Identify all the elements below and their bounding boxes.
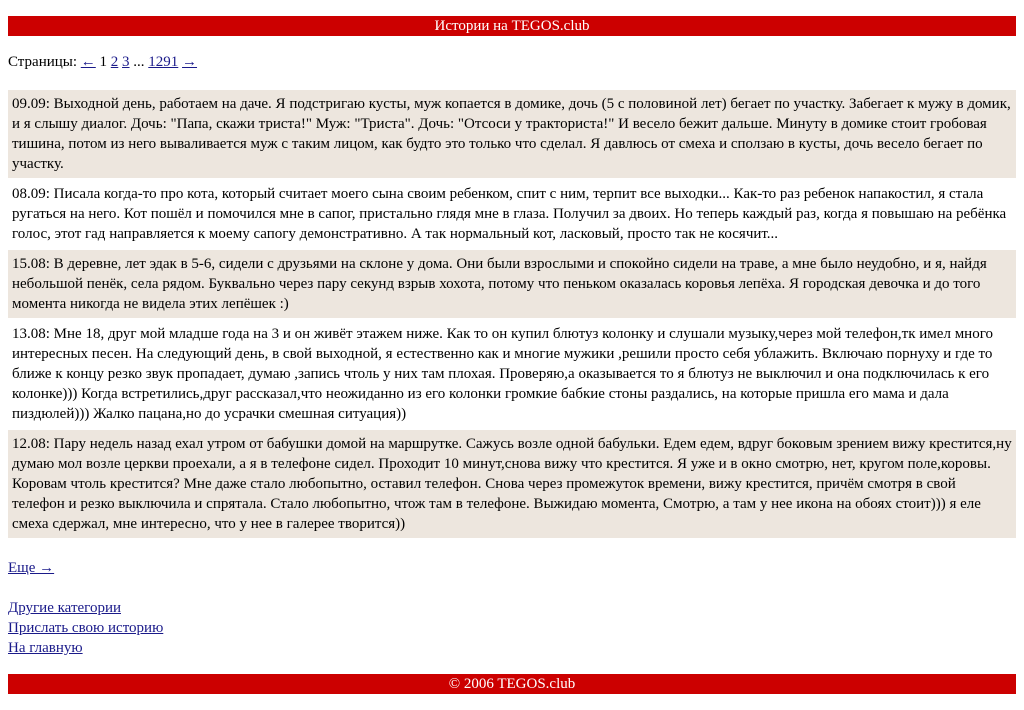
more-section: Еще →: [8, 558, 54, 578]
story-date: 13.08:: [12, 326, 50, 342]
pagination-current-page: 1: [99, 54, 108, 70]
submit-story-link[interactable]: Прислать свою историю: [8, 618, 163, 638]
story-text: Писала когда-то про кота, который считае…: [12, 186, 1007, 242]
pagination-prev-link[interactable]: ←: [81, 54, 96, 70]
home-link[interactable]: На главную: [8, 638, 163, 658]
pagination-page-2-link[interactable]: 2: [111, 54, 119, 70]
story-item: 15.08: В деревне, лет эдак в 5-6, сидели…: [8, 250, 1016, 318]
pagination-next-link[interactable]: →: [182, 54, 197, 70]
story-item: 12.08: Пару недель назад ехал утром от б…: [8, 430, 1016, 538]
pagination-label: Страницы:: [8, 54, 78, 70]
other-categories-link[interactable]: Другие категории: [8, 598, 163, 618]
pagination-ellipsis: ...: [133, 54, 145, 70]
page-title: Истории на TEGOS.club: [434, 18, 590, 34]
story-text: В деревне, лет эдак в 5-6, сидели с друз…: [12, 256, 987, 312]
footer-copyright: © 2006 TEGOS.club: [448, 676, 576, 692]
more-link[interactable]: Еще →: [8, 560, 54, 576]
story-item: 08.09: Писала когда-то про кота, который…: [8, 180, 1016, 248]
story-item: 09.09: Выходной день, работаем на даче. …: [8, 90, 1016, 178]
page-footer: © 2006 TEGOS.club: [8, 674, 1016, 694]
story-date: 09.09:: [12, 96, 50, 112]
page-header: Истории на TEGOS.club: [8, 16, 1016, 36]
bottom-links: Другие категории Прислать свою историю Н…: [8, 598, 163, 658]
story-text: Выходной день, работаем на даче. Я подст…: [12, 96, 1011, 172]
pagination: Страницы: ← 1 2 3 ... 1291 →: [8, 52, 197, 72]
story-date: 15.08:: [12, 256, 50, 272]
story-text: Мне 18, друг мой младше года на 3 и он ж…: [12, 326, 993, 422]
story-date: 12.08:: [12, 436, 50, 452]
pagination-page-3-link[interactable]: 3: [122, 54, 130, 70]
story-date: 08.09:: [12, 186, 50, 202]
story-item: 13.08: Мне 18, друг мой младше года на 3…: [8, 320, 1016, 428]
pagination-last-page-link[interactable]: 1291: [148, 54, 178, 70]
story-text: Пару недель назад ехал утром от бабушки …: [12, 436, 1012, 532]
